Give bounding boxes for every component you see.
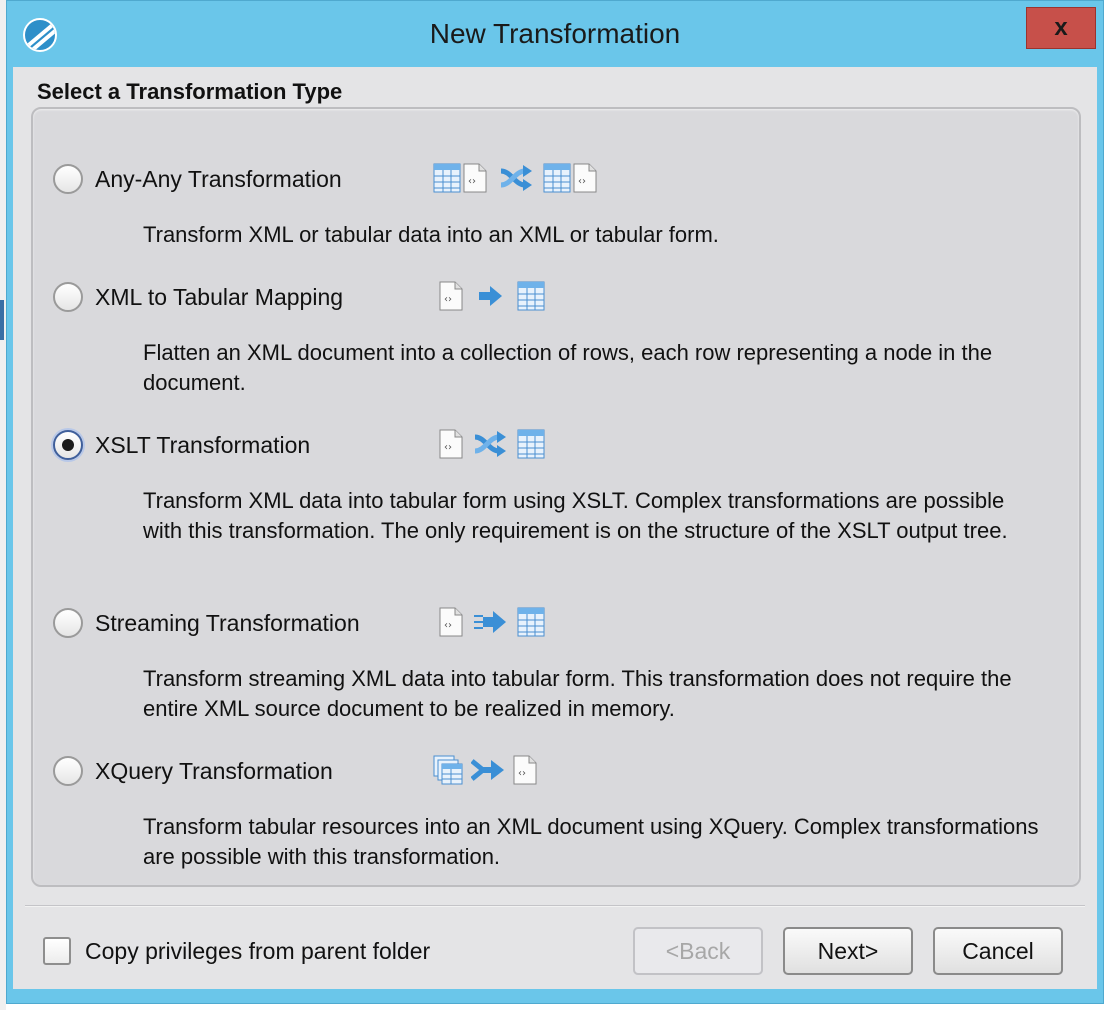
xml-document-icon: ‹› <box>439 429 463 459</box>
radio-streaming[interactable] <box>53 608 83 638</box>
new-transformation-dialog: New Transformation x Select a Transforma… <box>6 0 1104 1004</box>
cancel-button[interactable]: Cancel <box>933 927 1063 975</box>
shuffle-icon <box>474 431 506 457</box>
table-icon <box>517 429 545 459</box>
xml-document-icon: ‹› <box>573 163 597 193</box>
section-title: Select a Transformation Type <box>37 79 343 104</box>
svg-text:‹›: ‹› <box>444 620 452 631</box>
table-icon <box>517 607 545 637</box>
shuffle-icon <box>500 165 532 191</box>
radio-any-any[interactable] <box>53 164 83 194</box>
option-description: Transform tabular resources into an XML … <box>143 814 1039 869</box>
close-button[interactable]: x <box>1026 7 1096 49</box>
table-icon <box>433 163 461 193</box>
back-button[interactable]: <Back <box>633 927 763 975</box>
window-title: New Transformation <box>429 18 681 49</box>
xml-document-icon: ‹› <box>463 163 487 193</box>
radio-xslt[interactable] <box>53 430 83 460</box>
svg-text:‹›: ‹› <box>444 294 452 305</box>
xml-document-icon: ‹› <box>439 607 463 637</box>
radio-xquery[interactable] <box>53 756 83 786</box>
dialog-content: Select a Transformation Type Any-Any Tra… <box>13 67 1097 989</box>
streaming-arrow-icon <box>474 611 506 633</box>
transformation-type-group: Any-Any Transformation ‹› ‹› Transform X… <box>31 107 1081 887</box>
xml-document-icon: ‹› <box>439 281 463 311</box>
background-window-marker <box>0 300 4 340</box>
option-label[interactable]: Any-Any Transformation <box>95 166 342 193</box>
next-button[interactable]: Next> <box>783 927 913 975</box>
copy-privileges-checkbox[interactable] <box>43 937 71 965</box>
radio-xml-to-tabular[interactable] <box>53 282 83 312</box>
arrow-right-icon <box>479 286 502 306</box>
svg-text:‹›: ‹› <box>444 442 452 453</box>
table-icon <box>543 163 571 193</box>
xml-document-icon: ‹› <box>513 755 537 785</box>
option-description: Transform XML data into tabular form usi… <box>143 488 1008 543</box>
table-icon <box>517 281 545 311</box>
title-bar[interactable]: New Transformation x <box>7 1 1103 65</box>
option-label[interactable]: XML to Tabular Mapping <box>95 284 343 311</box>
svg-text:‹›: ‹› <box>518 768 526 779</box>
merge-arrow-icon <box>471 759 504 781</box>
stacked-tables-icon <box>433 755 463 785</box>
option-description: Transform streaming XML data into tabula… <box>143 666 1012 721</box>
footer-separator <box>25 905 1085 907</box>
svg-text:‹›: ‹› <box>468 176 476 187</box>
copy-privileges-label[interactable]: Copy privileges from parent folder <box>85 938 430 965</box>
svg-text:‹›: ‹› <box>578 176 586 187</box>
option-label[interactable]: Streaming Transformation <box>95 610 360 637</box>
option-description: Flatten an XML document into a collectio… <box>143 340 993 395</box>
option-description: Transform XML or tabular data into an XM… <box>143 222 719 247</box>
option-label[interactable]: XSLT Transformation <box>95 432 310 459</box>
option-label[interactable]: XQuery Transformation <box>95 758 333 785</box>
